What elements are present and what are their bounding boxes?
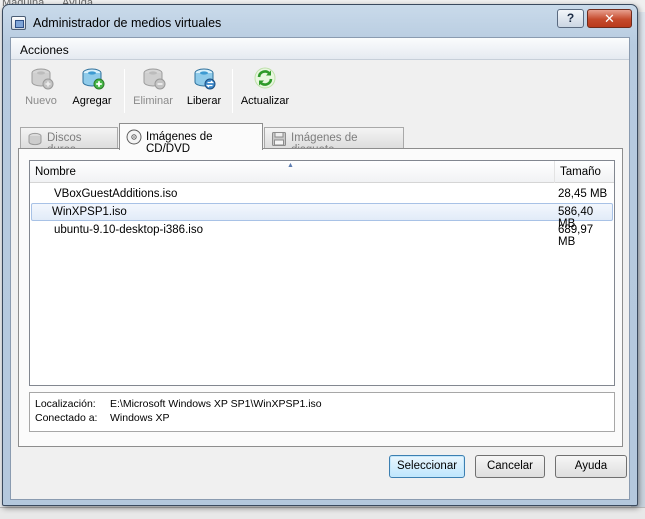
virtualbox-app-icon xyxy=(11,16,26,30)
row-size: 28,45 MB xyxy=(558,188,608,200)
toolbar-separator xyxy=(232,69,233,113)
location-value: E:\Microsoft Windows XP SP1\WinXPSP1.iso xyxy=(110,398,322,410)
attached-to-value: Windows XP xyxy=(110,412,170,424)
release-button-label: Liberar xyxy=(186,95,222,107)
new-button[interactable]: Nuevo xyxy=(21,65,61,117)
close-window-button[interactable]: ✕ xyxy=(587,9,632,28)
list-header: Nombre ▲ Tamaño xyxy=(30,161,614,183)
row-name: VBoxGuestAdditions.iso xyxy=(54,188,178,200)
cd-dvd-tab-panel: Nombre ▲ Tamaño VBoxGuestAdditions.iso 2… xyxy=(18,148,623,447)
refresh-button-label: Actualizar xyxy=(240,95,290,107)
row-size: 689,97 MB xyxy=(558,224,594,248)
select-button[interactable]: Seleccionar xyxy=(389,455,465,478)
help-window-button[interactable]: ? xyxy=(557,9,584,28)
media-tabs: Discos duros Imágenes de CD/DVD Imágenes… xyxy=(11,123,629,156)
toolbar-separator xyxy=(124,69,125,113)
cancel-button[interactable]: Cancelar xyxy=(475,455,545,478)
remove-button[interactable]: Eliminar xyxy=(129,65,177,117)
cd-dvd-icon xyxy=(126,129,142,145)
list-row-selected[interactable]: WinXPSP1.iso 586,40 MB xyxy=(31,203,613,230)
floppy-icon xyxy=(272,132,286,146)
tab-hard-disks[interactable]: Discos duros xyxy=(20,127,118,156)
column-header-name-label: Nombre xyxy=(35,166,76,178)
tab-cd-dvd-images[interactable]: Imágenes de CD/DVD xyxy=(119,123,263,155)
list-row[interactable]: VBoxGuestAdditions.iso 28,45 MB xyxy=(31,185,613,203)
menu-bar: Acciones xyxy=(11,38,629,60)
column-header-size-label: Tamaño xyxy=(560,166,601,178)
dialog-client-area: Acciones Nuevo Agregar Eliminar Liberar … xyxy=(10,37,630,500)
media-details-panel: Localización: E:\Microsoft Windows XP SP… xyxy=(29,392,615,432)
attached-to-label: Conectado a: xyxy=(35,412,98,424)
add-button-label: Agregar xyxy=(72,95,112,107)
add-disk-icon xyxy=(82,68,105,90)
remove-disk-icon xyxy=(143,68,166,90)
row-name: WinXPSP1.iso xyxy=(52,206,127,218)
add-button[interactable]: Agregar xyxy=(67,65,117,117)
refresh-icon xyxy=(254,67,276,89)
release-button[interactable]: Liberar xyxy=(181,65,227,117)
remove-button-label: Eliminar xyxy=(133,95,173,107)
virtual-media-manager-window: Administrador de medios virtuales ? ✕ Ac… xyxy=(2,4,638,506)
new-button-label: Nuevo xyxy=(25,95,57,107)
toolbar: Nuevo Agregar Eliminar Liberar Actualiza… xyxy=(11,61,629,121)
column-header-size[interactable]: Tamaño xyxy=(555,161,614,183)
row-name: ubuntu-9.10-desktop-i386.iso xyxy=(54,224,203,236)
list-row[interactable]: ubuntu-9.10-desktop-i386.iso 689,97 MB xyxy=(31,221,613,248)
new-disk-icon xyxy=(31,68,54,90)
window-title: Administrador de medios virtuales xyxy=(33,16,222,30)
help-button[interactable]: Ayuda xyxy=(555,455,627,478)
menu-acciones[interactable]: Acciones xyxy=(20,43,69,57)
release-disk-icon xyxy=(194,68,216,90)
refresh-button[interactable]: Actualizar xyxy=(238,65,292,117)
hard-disk-icon xyxy=(28,132,42,146)
background-status-bar xyxy=(0,507,645,519)
title-bar[interactable]: Administrador de medios virtuales ? ✕ xyxy=(3,5,637,37)
tab-floppy-images[interactable]: Imágenes de disquete xyxy=(264,127,404,156)
media-list[interactable]: Nombre ▲ Tamaño VBoxGuestAdditions.iso 2… xyxy=(29,160,615,386)
location-label: Localización: xyxy=(35,398,96,410)
sort-ascending-icon: ▲ xyxy=(287,162,294,169)
